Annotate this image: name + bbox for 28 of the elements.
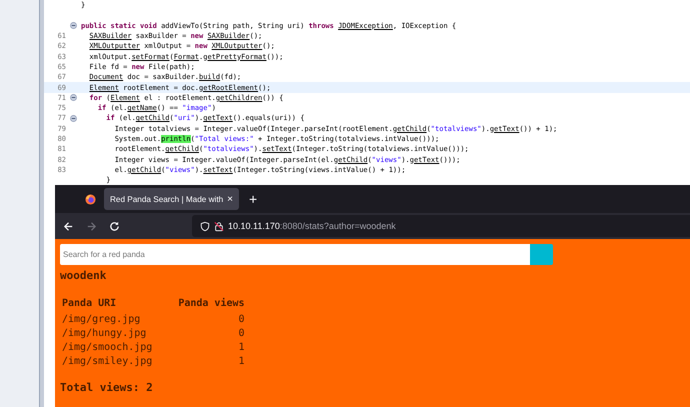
table-cell-text: /img/hungy.jpg — [61, 326, 148, 340]
browser-tab[interactable]: Red Panda Search | Made with × — [104, 188, 239, 210]
search-field[interactable]: Search for a red panda — [60, 244, 530, 265]
browser-logo-icon — [85, 194, 96, 204]
total-views: Total views: 2 — [60, 381, 154, 394]
table-cell-text: 0 — [238, 326, 246, 340]
author-heading: woodenk — [60, 269, 108, 282]
forward-icon[interactable] — [86, 220, 97, 232]
reload-icon[interactable] — [109, 220, 120, 232]
table-cell-text: 0 — [238, 312, 246, 326]
back-icon[interactable] — [63, 220, 74, 232]
insecure-lock-icon — [214, 220, 224, 232]
table-cell-text: /img/smooch.jpg — [61, 340, 154, 354]
column-header: Panda views — [177, 296, 246, 311]
close-icon[interactable]: × — [227, 194, 233, 204]
tab-title: Red Panda Search | Made with — [110, 194, 224, 204]
address-bar[interactable]: 10.10.11.170:8080/stats?author=woodenk — [192, 215, 690, 237]
table-cell-text: /img/greg.jpg — [61, 312, 142, 326]
table-cell-text: 1 — [238, 354, 246, 368]
table-cell-text: 1 — [238, 340, 246, 354]
table-cell-text: /img/smiley.jpg — [61, 354, 154, 368]
collapse-icon[interactable] — [70, 22, 77, 30]
collapse-icon[interactable] — [70, 94, 77, 102]
new-tab-button[interactable]: + — [249, 191, 258, 207]
url-text: 10.10.11.170:8080/stats?author=woodenk — [228, 221, 396, 231]
collapse-icon[interactable] — [70, 114, 77, 122]
shield-icon — [200, 220, 210, 232]
column-header: Panda URI — [61, 297, 118, 311]
